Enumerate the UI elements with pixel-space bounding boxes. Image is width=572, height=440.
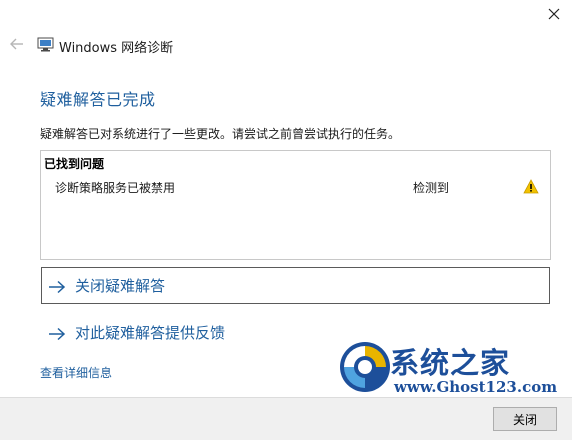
close-window-icon[interactable]: [540, 2, 568, 26]
back-arrow-icon[interactable]: [9, 36, 25, 50]
arrow-right-icon: [48, 279, 66, 293]
close-troubleshooter-link[interactable]: 关闭疑难解答: [41, 267, 550, 304]
close-troubleshooter-label: 关闭疑难解答: [75, 277, 166, 295]
watermark-url: www.Ghost123.com: [394, 378, 558, 396]
issues-header: 已找到问题: [44, 157, 105, 171]
issues-panel: 已找到问题 诊断策略服务已被禁用 检测到: [40, 150, 551, 260]
page-title: 疑难解答已完成: [40, 90, 156, 109]
network-diagnostics-icon: [37, 37, 54, 52]
description-text: 疑难解答已对系统进行了一些更改。请尝试之前曾尝试执行的任务。: [40, 127, 401, 141]
watermark-emblem-icon: [338, 340, 392, 394]
watermark-logo: 系统之家 www.Ghost123.com: [338, 340, 560, 398]
watermark-text: 系统之家: [390, 346, 511, 380]
footer-bar: 关闭: [0, 397, 572, 440]
warning-icon: [523, 179, 539, 194]
view-details-link[interactable]: 查看详细信息: [40, 364, 112, 381]
troubleshooter-window: Windows 网络诊断 疑难解答已完成 疑难解答已对系统进行了一些更改。请尝试…: [0, 0, 572, 440]
issue-name: 诊断策略服务已被禁用: [55, 181, 176, 195]
feedback-label: 对此疑难解答提供反馈: [75, 324, 226, 342]
issue-status: 检测到: [413, 181, 450, 195]
feedback-link[interactable]: 对此疑难解答提供反馈: [41, 314, 225, 351]
arrow-right-icon: [48, 326, 66, 340]
close-button[interactable]: 关闭: [493, 407, 557, 431]
window-title: Windows 网络诊断: [59, 41, 174, 56]
